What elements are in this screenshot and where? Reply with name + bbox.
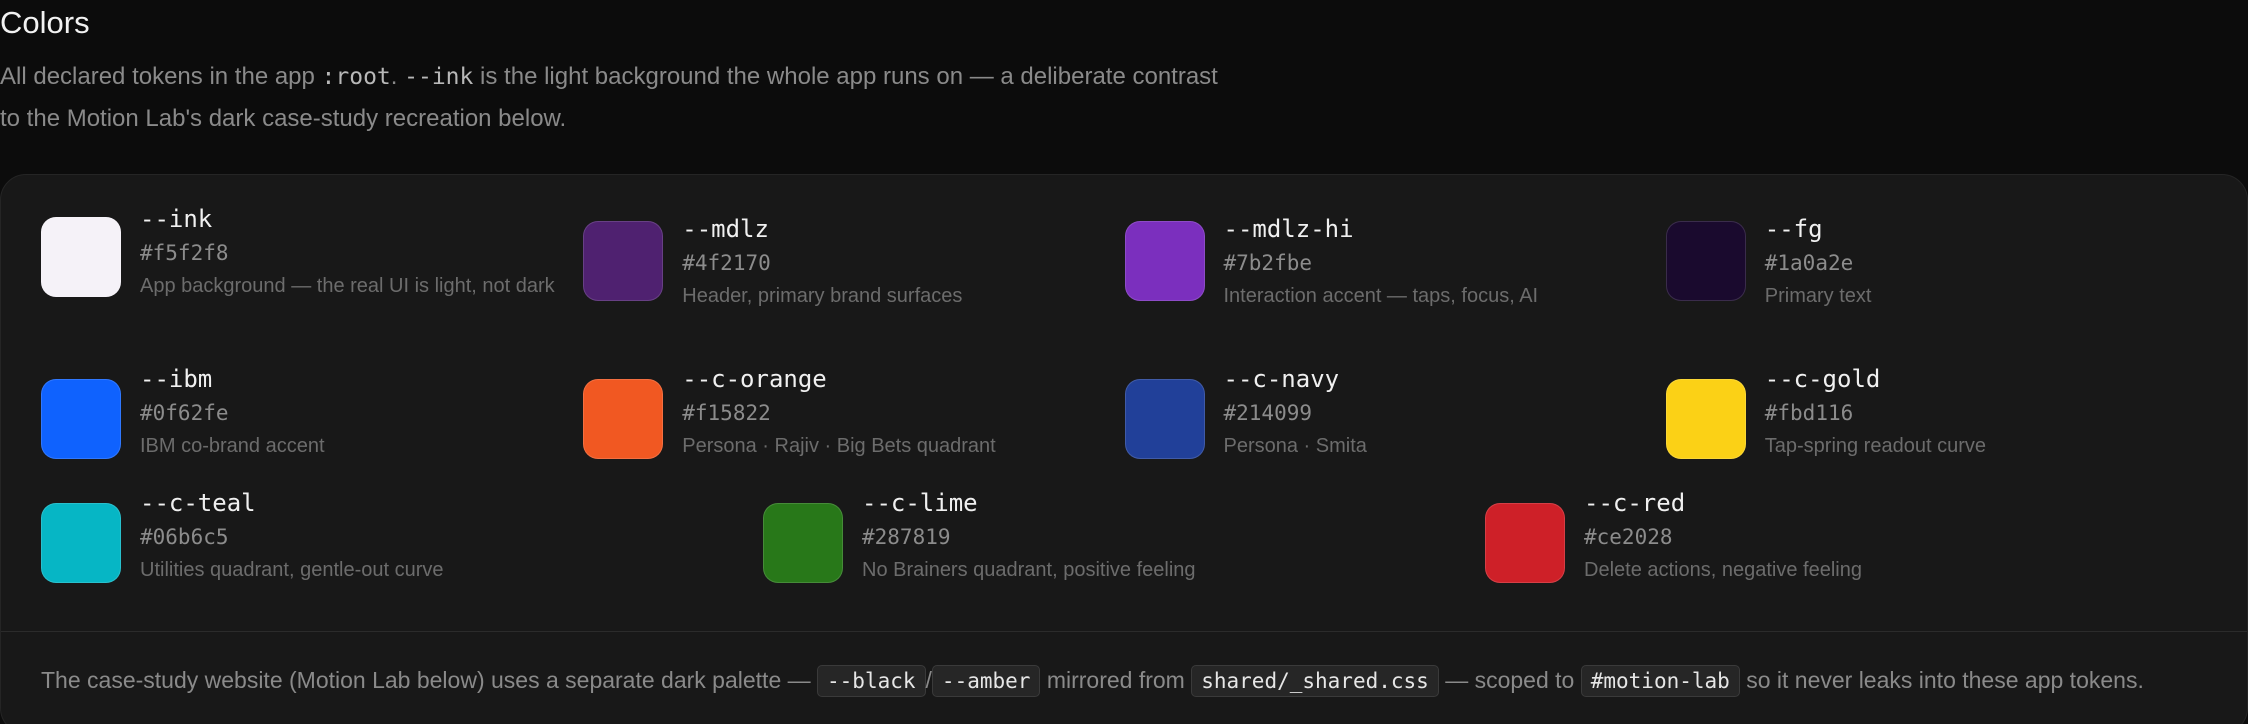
footer-text: The case-study website (Motion Lab below…: [41, 667, 818, 693]
token-hex: #f5f2f8: [140, 241, 229, 265]
token-c-red: --c-red #ce2028 Delete actions, negative…: [1485, 489, 2207, 584]
token-mdlz: --mdlz #4f2170 Header, primary brand sur…: [583, 215, 1124, 310]
code-chip-file: shared/_shared.css: [1191, 665, 1439, 697]
token-description: Persona · Rajiv · Big Bets quadrant: [682, 435, 996, 457]
token-description: Tap-spring readout curve: [1764, 435, 1986, 457]
token-description: Interaction accent — taps, focus, AI: [1223, 285, 1539, 307]
token-description: Persona · Smita: [1223, 435, 1367, 457]
color-swatch: [583, 221, 664, 301]
token-description: No Brainers quadrant, positive feeling: [862, 559, 1196, 581]
color-swatch: [41, 503, 121, 583]
intro-part: .: [390, 63, 405, 90]
token-name: --c-gold: [1764, 365, 1881, 393]
token-hex: #287819: [862, 525, 951, 549]
footer-text: — scoped to: [1438, 667, 1581, 693]
footer-note: The case-study website (Motion Lab below…: [41, 663, 2144, 697]
token-hex: #1a0a2e: [1764, 251, 1854, 275]
footer-text: mirrored from: [1040, 667, 1192, 693]
code-chip-black: --black: [817, 665, 926, 697]
intro-text: All declared tokens in the app :root. --…: [0, 56, 1240, 140]
token-row-2: --ibm #0f62fe IBM co-brand accent --c-or…: [41, 365, 2207, 460]
token-hex: #fbd116: [1764, 401, 1854, 425]
token-c-teal: --c-teal #06b6c5 Utilities quadrant, gen…: [41, 489, 763, 584]
color-swatch: [1124, 221, 1205, 301]
token-description: Delete actions, negative feeling: [1584, 559, 1862, 581]
color-swatch: [1665, 221, 1746, 301]
token-c-lime: --c-lime #287819 No Brainers quadrant, p…: [763, 489, 1485, 584]
token-description: Utilities quadrant, gentle-out curve: [140, 559, 444, 581]
token-row-1: --ink #f5f2f8 App background — the real …: [41, 205, 2207, 310]
token-hex: #7b2fbe: [1223, 251, 1313, 275]
color-swatch: [583, 379, 664, 459]
token-hex: #06b6c5: [140, 525, 229, 549]
token-hex: #f15822: [682, 401, 771, 425]
page-title: Colors: [0, 5, 90, 40]
token-name: --ink: [140, 205, 213, 233]
footer-text: /: [925, 667, 932, 693]
token-name: --ibm: [140, 365, 213, 393]
token-hex: #ce2028: [1584, 525, 1673, 549]
token-name: --c-lime: [862, 489, 978, 517]
color-swatch: [1124, 379, 1205, 459]
color-swatch: [41, 379, 121, 459]
token-name: --c-teal: [140, 489, 256, 517]
intro-code-root: :root: [321, 64, 391, 90]
color-swatch: [1665, 379, 1746, 459]
intro-part: All declared tokens in the app: [0, 63, 322, 90]
token-c-navy: --c-navy #214099 Persona · Smita: [1124, 365, 1666, 460]
token-name: --c-red: [1584, 489, 1686, 517]
token-c-orange: --c-orange #f15822 Persona · Rajiv · Big…: [583, 365, 1124, 460]
token-description: Header, primary brand surfaces: [682, 285, 963, 307]
token-description: Primary text: [1764, 285, 1872, 307]
token-c-gold: --c-gold #fbd116 Tap-spring readout curv…: [1665, 365, 2207, 460]
divider: [1, 631, 2247, 632]
color-swatch: [763, 503, 843, 583]
token-name: --c-orange: [682, 365, 827, 393]
color-swatch: [41, 217, 121, 297]
token-hex: #0f62fe: [140, 401, 229, 425]
color-swatch: [1485, 503, 1565, 583]
token-name: --c-navy: [1223, 365, 1340, 393]
token-mdlz-hi: --mdlz-hi #7b2fbe Interaction accent — t…: [1124, 215, 1666, 310]
token-fg: --fg #1a0a2e Primary text: [1665, 215, 2207, 310]
token-hex: #214099: [1223, 401, 1313, 425]
token-name: --mdlz: [682, 215, 769, 243]
token-hex: #4f2170: [682, 251, 771, 275]
code-chip-amber: --amber: [931, 665, 1041, 697]
token-ink: --ink #f5f2f8 App background — the real …: [41, 205, 582, 310]
token-name: --mdlz-hi: [1223, 215, 1354, 243]
token-description: App background — the real UI is light, n…: [140, 275, 555, 297]
token-row-3: --c-teal #06b6c5 Utilities quadrant, gen…: [41, 489, 2207, 584]
color-tokens-panel: --ink #f5f2f8 App background — the real …: [0, 174, 2248, 724]
intro-code-ink: --ink: [404, 64, 474, 90]
token-ibm: --ibm #0f62fe IBM co-brand accent: [41, 365, 582, 460]
footer-text: so it never leaks into these app tokens.: [1739, 667, 2144, 693]
token-name: --fg: [1764, 215, 1823, 243]
code-chip-scope: #motion-lab: [1580, 665, 1740, 697]
token-description: IBM co-brand accent: [140, 435, 325, 457]
